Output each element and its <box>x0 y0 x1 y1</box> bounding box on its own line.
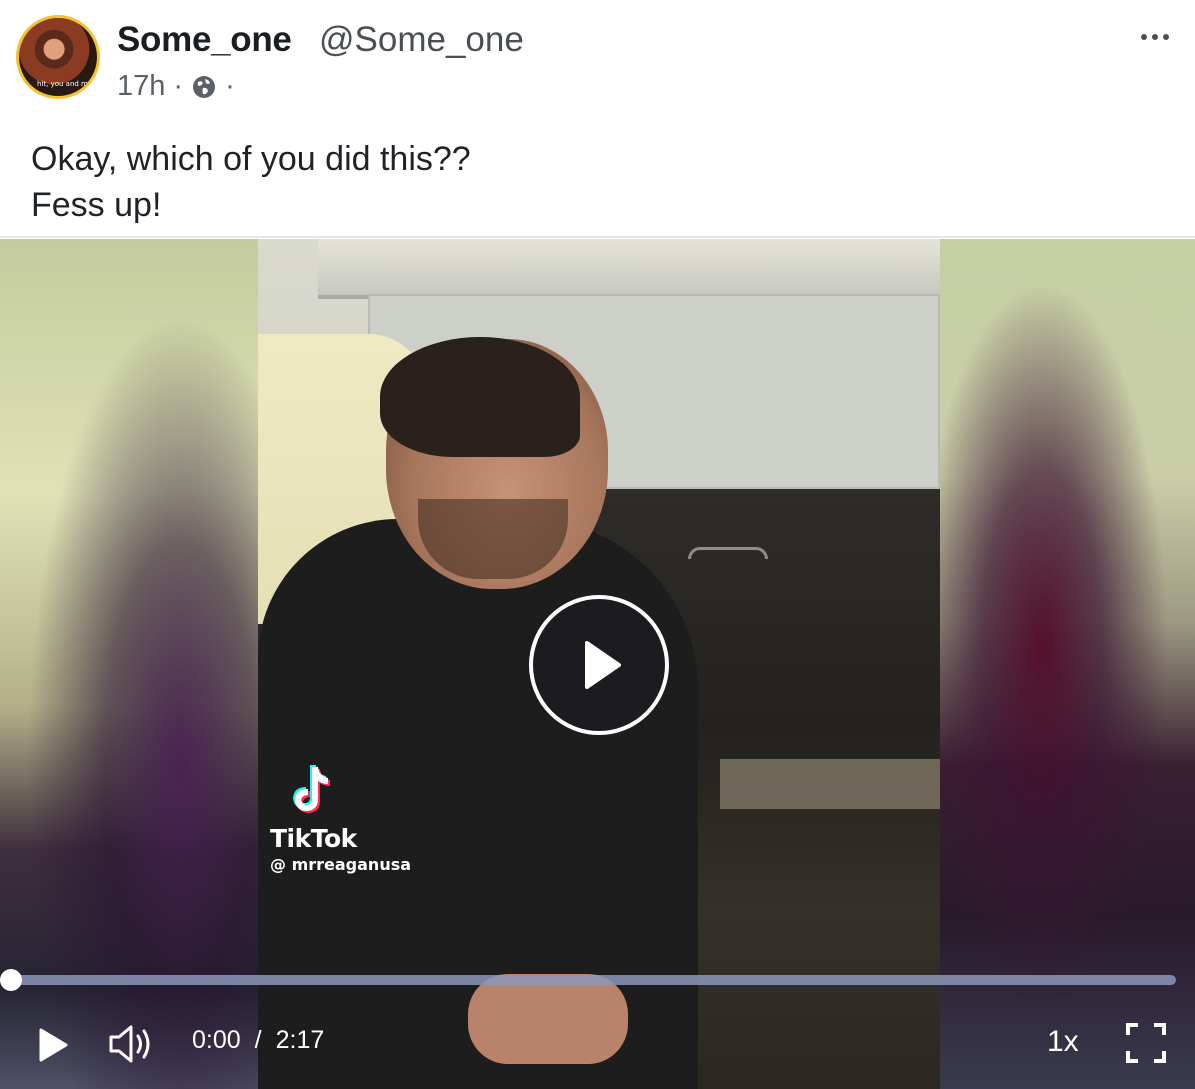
frame-mantel <box>318 239 940 299</box>
post-header: hit, you and m Some_one @Some_one 17h · … <box>0 0 1195 120</box>
tiktok-brand: TikTok <box>270 824 357 853</box>
video-controls: 0:00 / 2:17 1x <box>0 1009 1195 1079</box>
tiktok-icon <box>293 765 330 813</box>
meta-separator: · <box>173 70 184 102</box>
dot <box>1163 34 1169 40</box>
video-blur-left <box>0 239 258 1089</box>
avatar[interactable]: hit, you and m <box>16 15 100 99</box>
playback-speed-button[interactable]: 1x <box>1047 1025 1079 1059</box>
tiktok-watermark: TikTok @ mrreaganusa <box>270 763 411 874</box>
play-button[interactable] <box>30 1023 74 1067</box>
video-player[interactable]: TikTok @ mrreaganusa 0:00 / 2:17 1x <box>0 239 1195 1089</box>
volume-button[interactable] <box>106 1021 156 1067</box>
timestamp[interactable]: 17h <box>117 70 165 103</box>
post-meta: 17h · · <box>117 70 235 103</box>
frame-logs <box>720 759 940 809</box>
more-options-button[interactable] <box>1135 22 1175 52</box>
author-name[interactable]: Some_one <box>117 20 292 60</box>
avatar-caption: hit, you and m <box>37 80 88 88</box>
duration: 2:17 <box>275 1026 325 1054</box>
progress-thumb[interactable] <box>0 969 22 991</box>
divider <box>0 236 1195 238</box>
dot <box>1152 34 1158 40</box>
post-text-line: Fess up! <box>31 186 162 224</box>
play-icon <box>39 1028 68 1062</box>
more-horizontal-icon <box>1141 34 1147 40</box>
video-blur-right <box>940 239 1195 1089</box>
volume-icon <box>109 1025 150 1063</box>
fullscreen-button[interactable] <box>1124 1021 1168 1065</box>
author-handle[interactable]: @Some_one <box>319 20 524 60</box>
meta-separator-2: · <box>225 70 235 102</box>
progress-bar[interactable] <box>0 969 1176 991</box>
frame-person-hair <box>380 337 580 457</box>
current-time: 0:00 <box>192 1026 241 1054</box>
play-overlay-button[interactable] <box>529 595 669 735</box>
tiktok-handle: @ mrreaganusa <box>270 855 412 874</box>
fullscreen-icon <box>1126 1023 1166 1063</box>
post-text: Okay, which of you did this?? Fess up! <box>31 136 471 228</box>
play-circle-icon <box>585 641 621 689</box>
globe-icon <box>191 74 217 100</box>
frame-handle <box>688 547 768 559</box>
time-display: 0:00 / 2:17 <box>192 1026 324 1055</box>
post-text-line: Okay, which of you did this?? <box>31 140 471 178</box>
time-separator: / <box>254 1026 262 1054</box>
